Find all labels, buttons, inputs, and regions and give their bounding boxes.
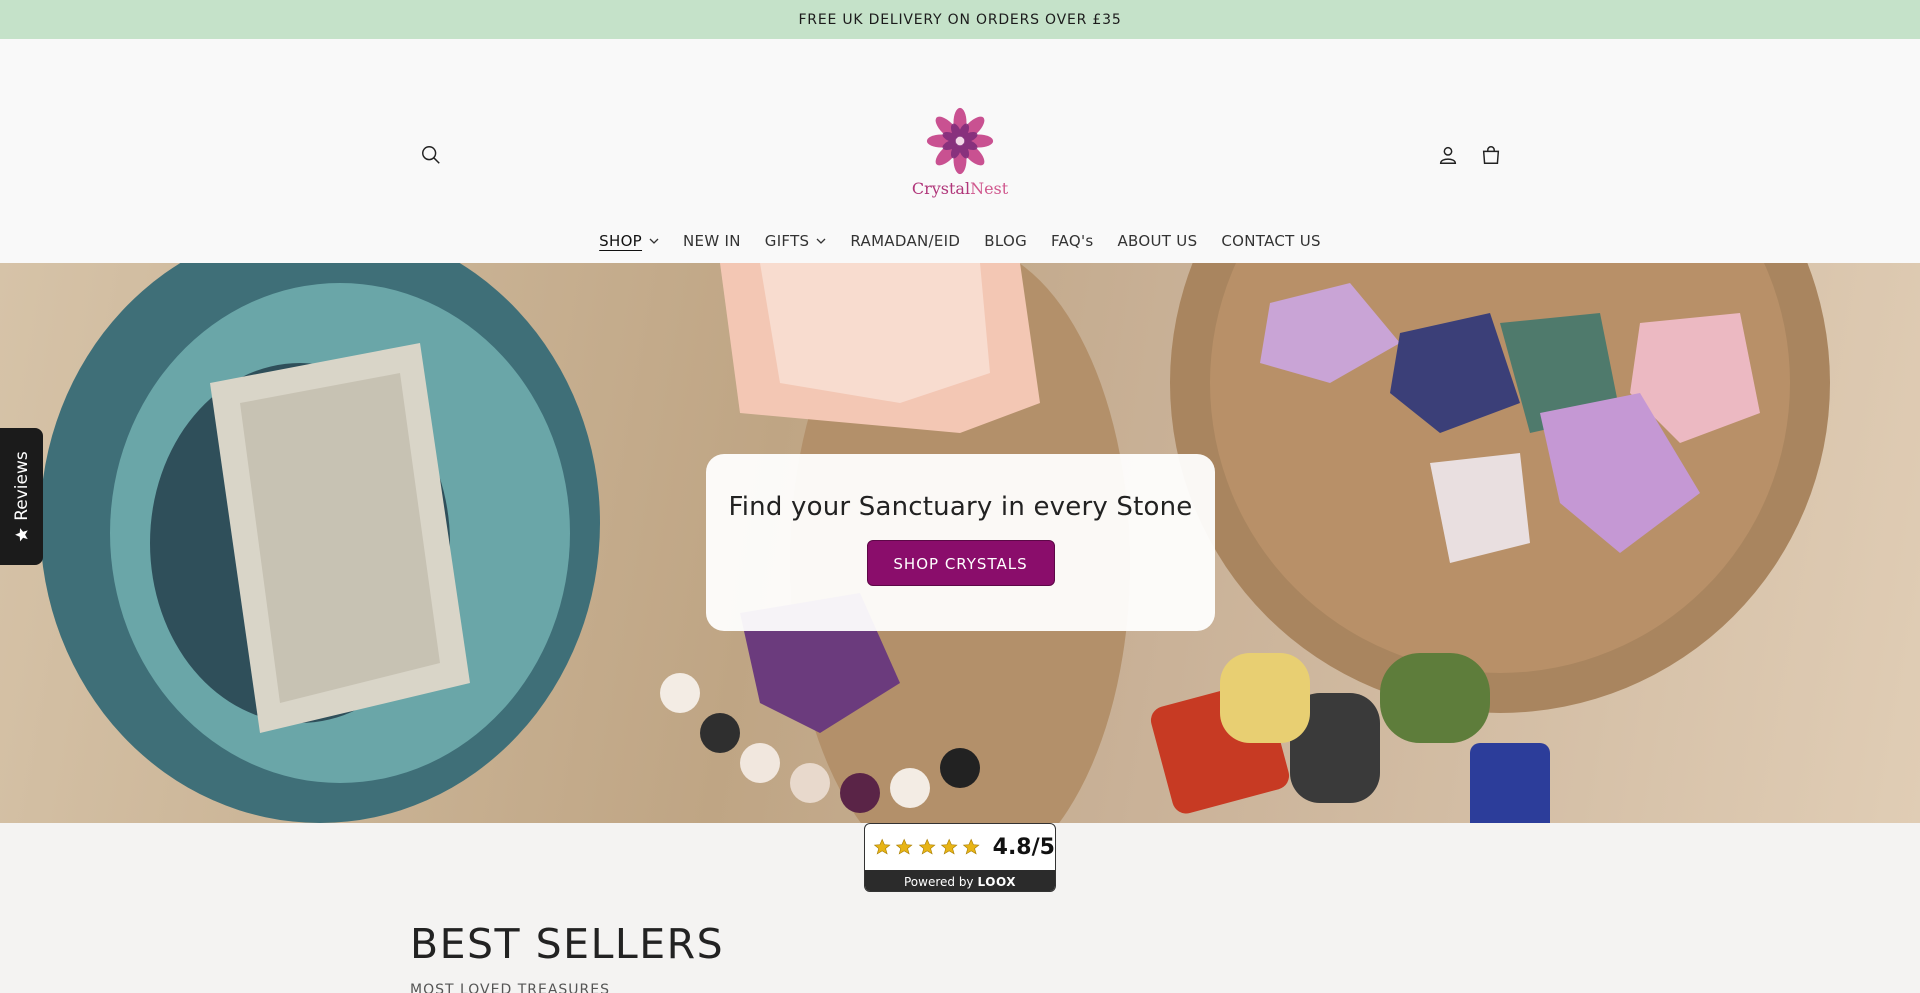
nav-item-shop[interactable]: SHOP <box>587 232 671 250</box>
nav-label: GIFTS <box>764 232 810 250</box>
account-button[interactable] <box>1430 137 1466 173</box>
nav-label: BLOG <box>984 232 1027 250</box>
cart-button[interactable] <box>1473 137 1509 173</box>
nav-label: RAMADAN/EID <box>850 232 961 250</box>
shop-crystals-button[interactable]: SHOP CRYSTALS <box>866 540 1055 586</box>
star-icon <box>918 838 936 855</box>
nav-item-new-in[interactable]: NEW IN <box>671 232 753 250</box>
nav-label: FAQ's <box>1051 232 1094 250</box>
user-icon <box>1439 146 1457 164</box>
mandala-logo-icon <box>926 107 994 175</box>
reviews-tab[interactable]: Reviews <box>0 428 43 565</box>
nav-label: ABOUT US <box>1117 232 1198 250</box>
best-sellers-section: BEST SELLERS MOST LOVED TREASURES <box>410 920 724 993</box>
site-header: CrystalNest SHOP NEW IN GIFTS RAMADAN/EI… <box>0 39 1920 263</box>
rating-powered-by: Powered by LOOX <box>865 870 1055 891</box>
star-icon <box>14 527 28 541</box>
powered-by-text: Powered by <box>903 874 974 889</box>
reviews-tab-label: Reviews <box>11 450 32 521</box>
chevron-down-icon <box>649 238 659 244</box>
best-sellers-subtitle: MOST LOVED TREASURES <box>410 982 611 993</box>
star-icon <box>940 838 958 855</box>
nav-label: CONTACT US <box>1221 232 1321 250</box>
star-icon <box>873 838 891 855</box>
announcement-text: FREE UK DELIVERY ON ORDERS OVER £35 <box>798 11 1122 28</box>
main-nav: SHOP NEW IN GIFTS RAMADAN/EID BLOG FAQ's… <box>0 232 1920 250</box>
hero-card: Find your Sanctuary in every Stone SHOP … <box>706 454 1215 631</box>
chevron-down-icon <box>816 238 826 244</box>
rating-badge[interactable]: 4.8/5 Powered by LOOX <box>864 823 1056 892</box>
logo-name-accent: Nest <box>970 179 1009 198</box>
hero-heading: Find your Sanctuary in every Stone <box>728 492 1193 522</box>
star-icon <box>896 838 913 855</box>
rating-stars: 4.8/5 <box>865 824 1055 870</box>
nav-label: NEW IN <box>683 232 741 250</box>
best-sellers-title: BEST SELLERS <box>410 920 725 968</box>
nav-item-blog[interactable]: BLOG <box>972 232 1039 250</box>
rating-value: 4.8/5 <box>992 834 1055 860</box>
loox-brand: LOOX <box>977 874 1016 889</box>
search-icon <box>422 146 440 164</box>
announcement-bar: FREE UK DELIVERY ON ORDERS OVER £35 <box>0 0 1920 39</box>
cart-icon <box>1482 146 1500 164</box>
site-logo[interactable]: CrystalNest <box>910 105 1010 198</box>
logo-name: Crystal <box>911 179 971 198</box>
logo-wordmark: CrystalNest <box>910 179 1010 198</box>
nav-item-contact-us[interactable]: CONTACT US <box>1209 232 1332 250</box>
nav-label: SHOP <box>599 232 643 250</box>
nav-item-about-us[interactable]: ABOUT US <box>1106 232 1210 250</box>
nav-item-gifts[interactable]: GIFTS <box>753 232 839 250</box>
hero-banner: Find your Sanctuary in every Stone SHOP … <box>0 263 1920 823</box>
nav-item-ramadan-eid[interactable]: RAMADAN/EID <box>838 232 972 250</box>
star-icon <box>963 838 980 855</box>
search-button[interactable] <box>413 137 449 173</box>
nav-item-faqs[interactable]: FAQ's <box>1039 232 1106 250</box>
